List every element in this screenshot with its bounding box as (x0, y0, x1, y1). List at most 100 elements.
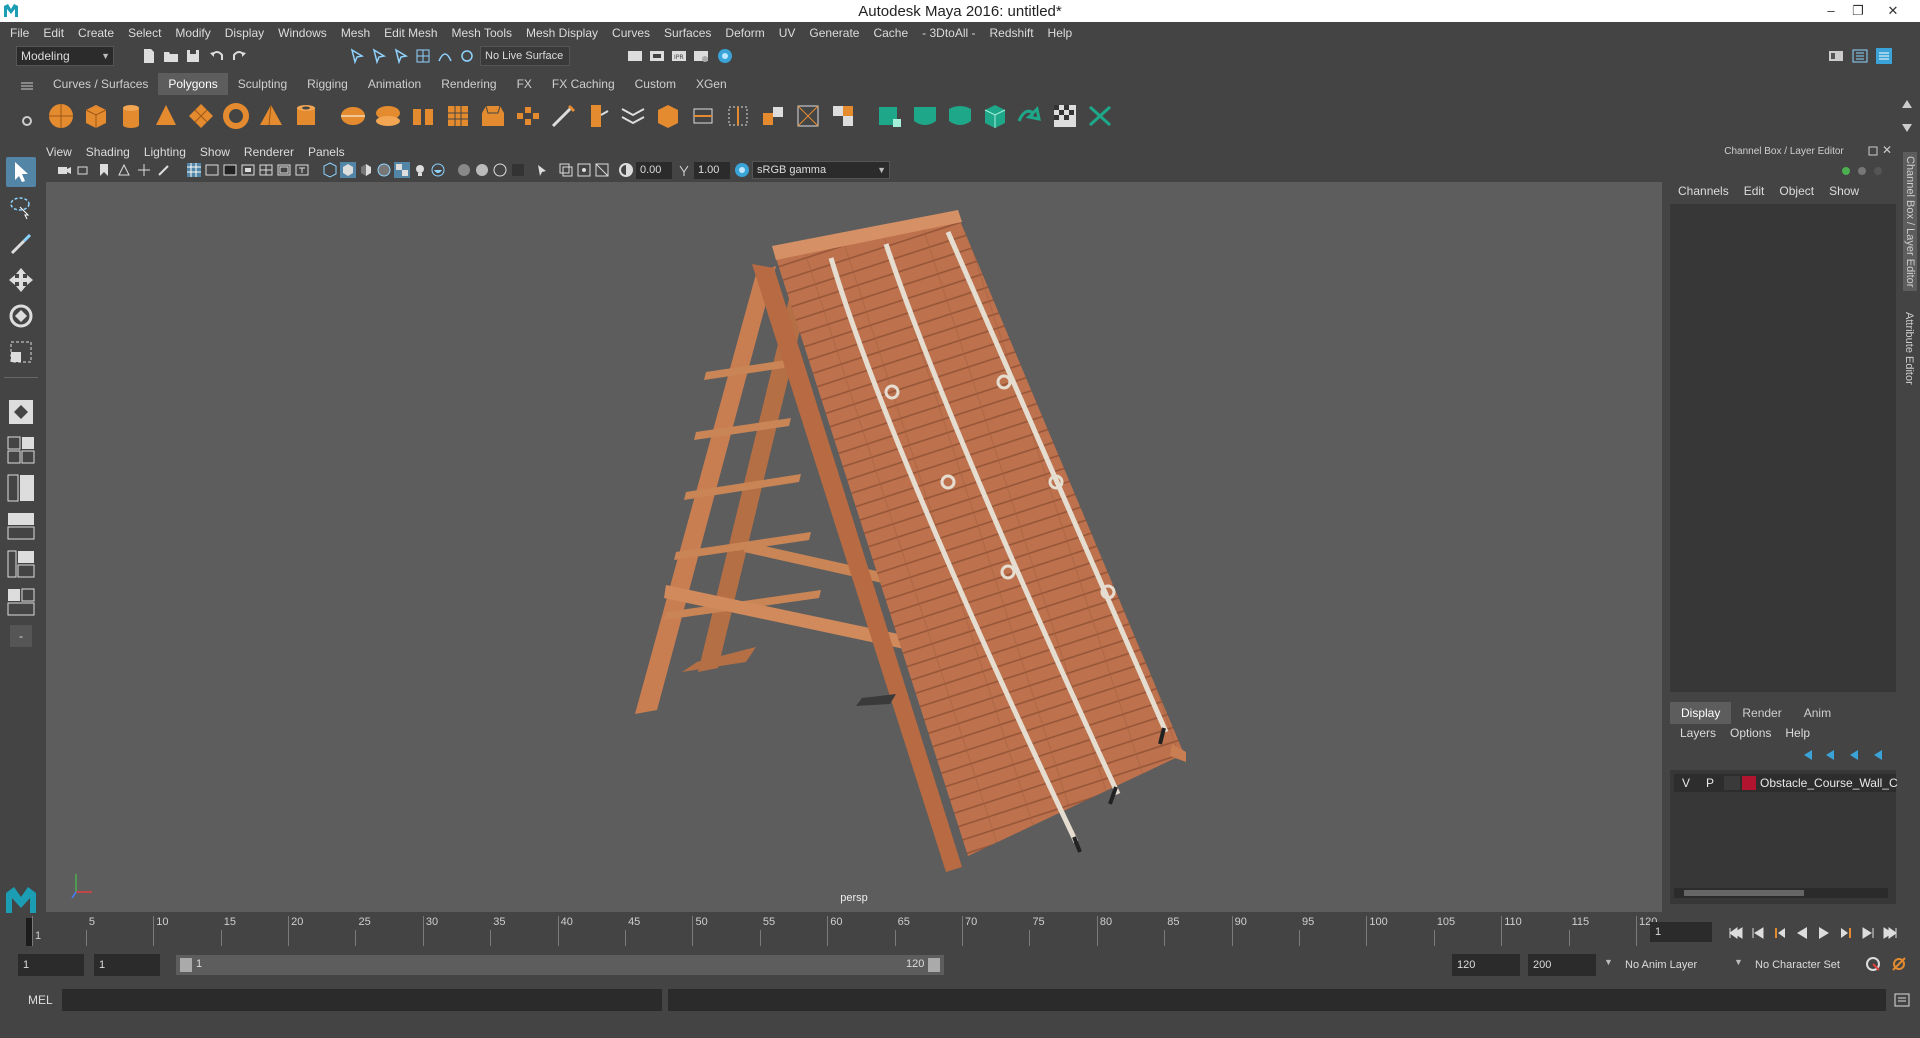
layer-menu-help[interactable]: Help (1785, 726, 1810, 740)
channel-box-menu-show[interactable]: Show (1829, 184, 1859, 198)
wireframe-on-shaded-icon[interactable] (376, 162, 392, 178)
image-plane-icon[interactable] (116, 162, 132, 178)
obstacle-course-wall-model[interactable] (46, 182, 1662, 912)
close-button[interactable]: ✕ (1880, 1, 1906, 21)
xray-icon[interactable] (558, 162, 574, 178)
default-material-icon[interactable] (358, 162, 374, 178)
menu-mesh-display[interactable]: Mesh Display (526, 26, 598, 40)
menu-deform[interactable]: Deform (725, 26, 764, 40)
viewport-menu-renderer[interactable]: Renderer (244, 143, 294, 161)
combine-icon[interactable] (338, 101, 368, 131)
auto-key-icon[interactable] (1864, 955, 1882, 973)
shelf-menu-icon[interactable] (18, 80, 36, 92)
restore-button[interactable]: ❐ (1845, 1, 1871, 21)
tab-animation[interactable]: Animation (357, 73, 432, 95)
render-view-icon[interactable] (626, 47, 644, 65)
snap-curve-icon[interactable] (436, 47, 454, 65)
field-chart-icon[interactable] (258, 162, 274, 178)
color-space-dropdown[interactable]: sRGB gamma ▼ (752, 161, 890, 179)
uv-cut-sew-icon[interactable] (1085, 101, 1115, 131)
quad-draw-icon[interactable] (828, 101, 858, 131)
poly-pipe-icon[interactable] (291, 101, 321, 131)
ipr-render-icon[interactable]: IPR (670, 47, 688, 65)
menu-modify[interactable]: Modify (175, 26, 210, 40)
channel-box-menu-object[interactable]: Object (1779, 184, 1814, 198)
rotate-tool-icon[interactable] (6, 301, 36, 331)
single-perspective-view-icon[interactable] (6, 397, 36, 427)
viewport-menu-lighting[interactable]: Lighting (144, 143, 186, 161)
current-time-marker[interactable] (26, 918, 32, 946)
bridge-icon[interactable] (513, 101, 543, 131)
tab-attribute-editor[interactable]: Attribute Editor (1903, 312, 1915, 385)
script-editor-icon[interactable] (1894, 992, 1910, 1008)
select-camera-icon[interactable] (56, 162, 72, 178)
insert-edge-loop-icon[interactable] (723, 101, 753, 131)
tab-xgen[interactable]: XGen (685, 73, 737, 95)
paint-select-icon[interactable] (6, 229, 36, 259)
layer-color-swatch[interactable] (1742, 776, 1756, 790)
menu-edit[interactable]: Edit (43, 26, 64, 40)
time-slider[interactable]: 1 5 10 15 20 25 30 35 40 45 50 55 60 65 70 75 80 85 90 95 10… (28, 916, 1657, 946)
go-to-end-icon[interactable] (1881, 924, 1899, 942)
step-back-key-icon[interactable] (1749, 924, 1767, 942)
isolate-select-icon[interactable] (534, 162, 550, 178)
animation-start-field[interactable]: 1 (18, 954, 84, 976)
playback-end-field[interactable]: 120 (1452, 954, 1520, 976)
channel-box-menu-channels[interactable]: Channels (1678, 184, 1729, 198)
layer-horizontal-scrollbar[interactable] (1674, 888, 1888, 898)
tab-anim-layers[interactable]: Anim (1793, 702, 1842, 724)
tab-rendering[interactable]: Rendering (431, 73, 507, 95)
persp-graph-layout-icon[interactable] (6, 511, 36, 541)
mirror-icon[interactable] (758, 101, 788, 131)
perspective-viewport[interactable]: persp (46, 182, 1662, 912)
animation-preferences-icon[interactable] (1890, 955, 1908, 973)
safe-title-icon[interactable] (294, 162, 310, 178)
select-by-object-icon[interactable] (370, 47, 388, 65)
poly-cylinder-icon[interactable] (116, 101, 146, 131)
fill-hole-icon[interactable] (653, 101, 683, 131)
uv-cylindrical-icon[interactable] (910, 101, 940, 131)
close-panel-icon[interactable]: ✕ (1882, 143, 1892, 157)
multi-cut-icon[interactable] (548, 101, 578, 131)
menu-display[interactable]: Display (225, 26, 264, 40)
new-scene-icon[interactable] (140, 47, 158, 65)
smooth-shade-icon[interactable] (340, 162, 356, 178)
channel-box-area[interactable] (1670, 204, 1896, 692)
xray-components-icon[interactable] (594, 162, 610, 178)
layer-playback-toggle[interactable]: P (1706, 776, 1714, 790)
workspace-icon[interactable] (1827, 47, 1845, 65)
scale-tool-icon[interactable] (6, 337, 36, 367)
gate-mask-icon[interactable] (240, 162, 256, 178)
gamma-icon[interactable] (676, 162, 692, 178)
playback-start-field[interactable]: 1 (94, 954, 160, 976)
menu-cache[interactable]: Cache (873, 26, 908, 40)
safe-action-icon[interactable] (276, 162, 292, 178)
minimize-button[interactable]: – (1818, 1, 1844, 21)
range-slider-start-handle[interactable] (180, 958, 192, 972)
menu-3dtoall[interactable]: - 3DtoAll - (922, 26, 975, 40)
tab-render-layers[interactable]: Render (1731, 702, 1792, 724)
camera-attributes-icon[interactable] (76, 162, 92, 178)
menu-mesh-tools[interactable]: Mesh Tools (452, 26, 512, 40)
exposure-field[interactable]: 0.00 (636, 162, 672, 179)
wireframe-icon[interactable] (322, 162, 338, 178)
poly-cone-icon[interactable] (151, 101, 181, 131)
xray-joints-icon[interactable] (576, 162, 592, 178)
2d-pan-zoom-icon[interactable] (136, 162, 152, 178)
persp-outliner-graph-layout-icon[interactable] (6, 549, 36, 579)
character-set-dropdown[interactable]: No Character Set (1750, 954, 1860, 976)
shelf-scroll-icon[interactable] (1900, 96, 1914, 136)
undo-icon[interactable] (208, 47, 226, 65)
float-panel-icon[interactable] (1868, 146, 1878, 156)
play-backward-icon[interactable] (1793, 924, 1811, 942)
layer-menu-options[interactable]: Options (1730, 726, 1771, 740)
render-current-frame-icon[interactable] (648, 47, 666, 65)
tab-display-layers[interactable]: Display (1670, 702, 1732, 724)
step-forward-frame-icon[interactable] (1837, 924, 1855, 942)
resolution-gate-icon[interactable] (222, 162, 238, 178)
select-by-hierarchy-icon[interactable] (348, 47, 366, 65)
layer-name[interactable]: Obstacle_Course_Wall_C (1760, 776, 1898, 790)
merge-icon[interactable] (618, 101, 648, 131)
snap-point-icon[interactable] (458, 47, 476, 65)
menu-windows[interactable]: Windows (278, 26, 327, 40)
